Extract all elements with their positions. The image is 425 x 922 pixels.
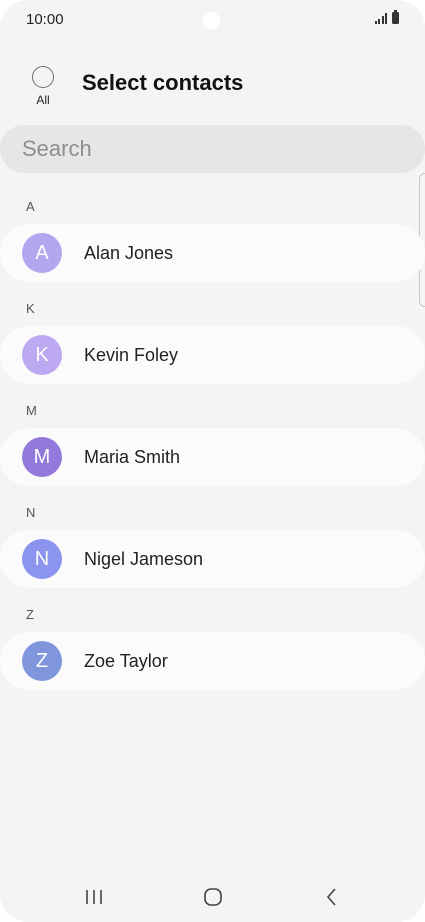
search-bar[interactable] bbox=[0, 125, 425, 173]
camera-cutout bbox=[203, 12, 220, 29]
avatar-initial: K bbox=[35, 343, 49, 366]
section-header-n: N bbox=[26, 505, 36, 520]
contact-name: Zoe Taylor bbox=[84, 651, 168, 671]
search-input[interactable] bbox=[22, 136, 402, 162]
contact-name: Alan Jones bbox=[84, 243, 174, 263]
navigation-bar bbox=[0, 870, 425, 922]
contact-row[interactable]: Z Zoe Taylor bbox=[0, 632, 425, 690]
signal-icon bbox=[374, 13, 387, 24]
contact-name: Nigel Jameson bbox=[84, 549, 204, 569]
status-icons bbox=[374, 10, 399, 24]
contact-row[interactable]: A Alan Jones bbox=[0, 224, 425, 282]
back-button[interactable] bbox=[312, 882, 352, 912]
section-header-a: A bbox=[26, 199, 35, 214]
page-title: Select contacts bbox=[82, 70, 244, 95]
avatar: K bbox=[22, 335, 62, 375]
battery-icon bbox=[392, 10, 399, 24]
avatar-initial: N bbox=[34, 547, 50, 570]
select-all-checkbox[interactable]: All bbox=[28, 66, 58, 110]
back-icon bbox=[326, 888, 336, 906]
status-bar: 10:00 bbox=[0, 0, 425, 38]
status-time: 10:00 bbox=[26, 11, 64, 28]
contact-row[interactable]: N Nigel Jameson bbox=[0, 530, 425, 588]
header: All Select contacts bbox=[0, 58, 425, 114]
select-all-label: All bbox=[36, 93, 50, 107]
contact-name: Kevin Foley bbox=[84, 345, 179, 365]
section-header-m: M bbox=[26, 403, 37, 418]
avatar: N bbox=[22, 539, 62, 579]
section-header-z: Z bbox=[26, 607, 34, 622]
contact-row[interactable]: M Maria Smith bbox=[0, 428, 425, 486]
checkbox-circle-icon bbox=[32, 66, 54, 88]
avatar: Z bbox=[22, 641, 62, 681]
avatar-initial: M bbox=[33, 445, 51, 468]
home-button[interactable] bbox=[193, 882, 233, 912]
contact-row[interactable]: K Kevin Foley bbox=[0, 326, 425, 384]
phone-screen: 10:00 All Select contacts A A Alan Jones… bbox=[0, 0, 425, 922]
recents-icon bbox=[86, 890, 102, 904]
avatar-initial: A bbox=[35, 241, 49, 264]
home-icon bbox=[204, 888, 222, 906]
section-header-k: K bbox=[26, 301, 35, 316]
avatar: A bbox=[22, 233, 62, 273]
recents-button[interactable] bbox=[74, 882, 114, 912]
avatar-initial: Z bbox=[35, 649, 49, 672]
contact-name: Maria Smith bbox=[84, 447, 181, 467]
avatar: M bbox=[22, 437, 62, 477]
